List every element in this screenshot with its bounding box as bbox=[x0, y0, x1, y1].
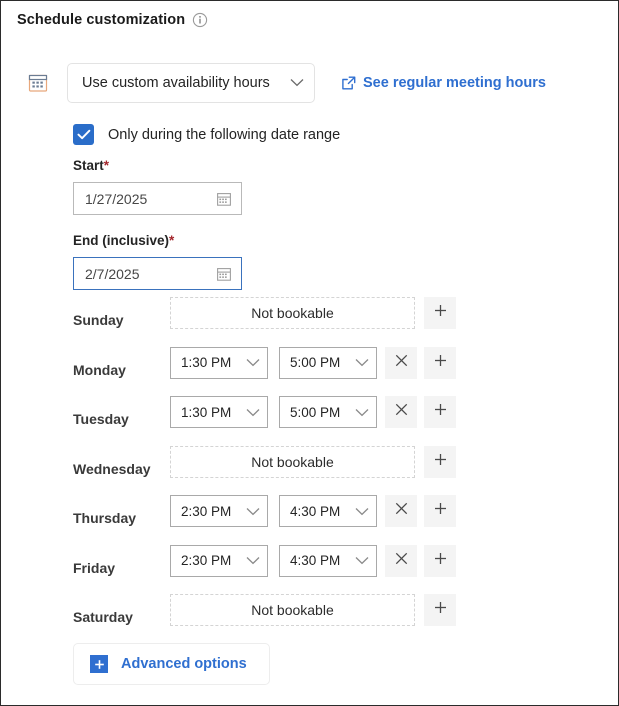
plus-icon bbox=[434, 601, 447, 619]
day-label: Tuesday bbox=[73, 411, 129, 427]
end-time-select[interactable]: 5:00 PM bbox=[279, 346, 377, 379]
plus-icon bbox=[434, 403, 447, 421]
not-bookable-text: Not bookable bbox=[251, 602, 334, 618]
calendar-picker-icon[interactable] bbox=[216, 191, 232, 207]
chevron-down-icon bbox=[347, 355, 369, 370]
schedule-row-monday: Monday 1:30 PM 5:00 PM bbox=[1, 346, 618, 379]
remove-time-slot-button[interactable] bbox=[385, 495, 417, 527]
end-required-mark: * bbox=[169, 233, 175, 248]
info-circle-icon[interactable] bbox=[192, 12, 208, 28]
start-time-value: 2:30 PM bbox=[181, 503, 232, 519]
schedule-row-saturday: Saturday Not bookable bbox=[1, 594, 618, 626]
start-time-value: 2:30 PM bbox=[181, 553, 232, 568]
start-date-input[interactable]: 1/27/2025 bbox=[73, 182, 242, 215]
remove-time-slot-button[interactable] bbox=[385, 396, 417, 428]
chevron-down-icon bbox=[347, 405, 369, 420]
plus-icon bbox=[434, 453, 447, 471]
not-bookable-text: Not bookable bbox=[251, 453, 334, 470]
availability-mode-row: Use custom availability hours See regula… bbox=[27, 63, 546, 103]
end-date-label: End (inclusive)* bbox=[73, 233, 174, 248]
schedule-row-friday: Friday 2:30 PM 4:30 PM bbox=[1, 544, 618, 577]
not-bookable-field[interactable]: Not bookable bbox=[170, 594, 415, 626]
availability-mode-value: Use custom availability hours bbox=[82, 75, 270, 91]
panel-header: Schedule customization bbox=[17, 12, 208, 28]
start-date-value: 1/27/2025 bbox=[85, 190, 148, 207]
end-time-value: 5:00 PM bbox=[290, 404, 341, 420]
close-icon bbox=[395, 403, 408, 421]
chevron-down-icon bbox=[238, 504, 260, 519]
add-time-slot-button[interactable] bbox=[424, 346, 456, 379]
start-time-select[interactable]: 2:30 PM bbox=[170, 544, 268, 577]
plus-icon bbox=[434, 502, 447, 520]
plus-square-icon bbox=[90, 655, 108, 673]
day-label: Friday bbox=[73, 559, 116, 576]
chevron-down-icon bbox=[238, 355, 260, 370]
chevron-down-icon bbox=[347, 504, 369, 519]
not-bookable-field[interactable]: Not bookable bbox=[170, 297, 415, 329]
chevron-down-icon bbox=[238, 553, 260, 568]
external-link-icon bbox=[341, 76, 356, 91]
schedule-row-tuesday: Tuesday 1:30 PM 5:00 PM bbox=[1, 396, 618, 428]
start-time-select[interactable]: 1:30 PM bbox=[170, 346, 268, 379]
day-label: Monday bbox=[73, 361, 126, 378]
remove-time-slot-button[interactable] bbox=[385, 544, 417, 577]
plus-icon bbox=[434, 552, 447, 570]
calendar-picker-icon[interactable] bbox=[216, 266, 232, 282]
end-time-value: 4:30 PM bbox=[290, 553, 341, 568]
chevron-down-icon bbox=[347, 553, 369, 568]
end-time-value: 4:30 PM bbox=[290, 503, 341, 519]
close-icon bbox=[395, 502, 408, 520]
end-time-select[interactable]: 5:00 PM bbox=[279, 396, 377, 428]
start-time-select[interactable]: 2:30 PM bbox=[170, 495, 268, 527]
end-time-value: 5:00 PM bbox=[290, 355, 341, 370]
date-range-checkbox-label: Only during the following date range bbox=[108, 126, 341, 143]
add-time-slot-button[interactable] bbox=[424, 445, 456, 478]
calendar-icon bbox=[27, 72, 67, 94]
advanced-options-label: Advanced options bbox=[121, 656, 247, 672]
schedule-row-sunday: Sunday Not bookable bbox=[1, 297, 618, 329]
start-time-value: 1:30 PM bbox=[181, 355, 232, 370]
schedule-customization-panel: Schedule customization Use custom availa… bbox=[0, 0, 619, 706]
see-regular-meeting-hours-link[interactable]: See regular meeting hours bbox=[341, 75, 546, 91]
date-range-checkbox-row[interactable]: Only during the following date range bbox=[73, 124, 340, 145]
end-time-select[interactable]: 4:30 PM bbox=[279, 495, 377, 527]
chevron-down-icon bbox=[282, 75, 304, 91]
chevron-down-icon bbox=[238, 405, 260, 420]
add-time-slot-button[interactable] bbox=[424, 495, 456, 527]
not-bookable-field[interactable]: Not bookable bbox=[170, 445, 415, 478]
day-label: Sunday bbox=[73, 312, 124, 328]
end-date-label-text: End (inclusive) bbox=[73, 233, 170, 248]
see-regular-meeting-hours-label: See regular meeting hours bbox=[363, 75, 546, 91]
schedule-row-wednesday: Wednesday Not bookable bbox=[1, 445, 618, 478]
close-icon bbox=[395, 354, 408, 372]
advanced-options-button[interactable]: Advanced options bbox=[73, 643, 270, 685]
end-date-value: 2/7/2025 bbox=[85, 265, 140, 282]
date-range-checkbox[interactable] bbox=[73, 124, 94, 145]
start-time-select[interactable]: 1:30 PM bbox=[170, 396, 268, 428]
start-date-label-text: Start bbox=[73, 158, 104, 173]
add-time-slot-button[interactable] bbox=[424, 594, 456, 626]
day-label: Saturday bbox=[73, 609, 133, 625]
not-bookable-text: Not bookable bbox=[251, 305, 334, 321]
start-required-mark: * bbox=[103, 158, 110, 173]
plus-icon bbox=[434, 354, 447, 372]
availability-mode-select[interactable]: Use custom availability hours bbox=[67, 63, 315, 103]
end-time-select[interactable]: 4:30 PM bbox=[279, 544, 377, 577]
day-label: Thursday bbox=[73, 510, 137, 526]
start-date-label: Start* bbox=[73, 158, 109, 173]
schedule-row-thursday: Thursday 2:30 PM 4:30 PM bbox=[1, 495, 618, 527]
start-time-value: 1:30 PM bbox=[181, 404, 232, 420]
page-title: Schedule customization bbox=[17, 12, 186, 28]
plus-icon bbox=[434, 304, 447, 322]
add-time-slot-button[interactable] bbox=[424, 396, 456, 428]
add-time-slot-button[interactable] bbox=[424, 544, 456, 577]
end-date-input[interactable]: 2/7/2025 bbox=[73, 257, 242, 290]
day-label: Wednesday bbox=[73, 460, 151, 477]
add-time-slot-button[interactable] bbox=[424, 297, 456, 329]
close-icon bbox=[395, 552, 408, 570]
remove-time-slot-button[interactable] bbox=[385, 346, 417, 379]
